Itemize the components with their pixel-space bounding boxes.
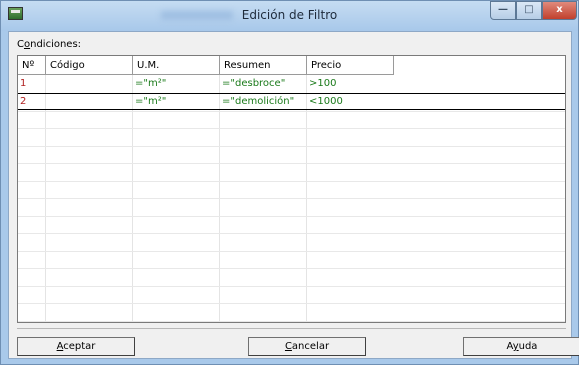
- row-divider: [18, 128, 565, 129]
- cell-summary[interactable]: ="demolición": [220, 94, 307, 110]
- cell-code[interactable]: [46, 76, 133, 92]
- close-button[interactable]: x: [542, 1, 577, 20]
- filter-edit-window: Edición de Filtro — □ x Condiciones: Nº …: [0, 0, 579, 365]
- close-icon: x: [556, 4, 563, 15]
- cell-number[interactable]: 2: [18, 94, 46, 110]
- minimize-button[interactable]: —: [490, 1, 516, 20]
- cell-number[interactable]: 1: [18, 76, 46, 92]
- row-divider: [18, 146, 565, 147]
- row-divider: [18, 321, 565, 322]
- cell-unit[interactable]: ="m²": [133, 94, 220, 110]
- dialog-client-area: Condiciones: Nº Código U.M. Resumen Prec…: [8, 31, 579, 359]
- table-row[interactable]: 1 ="m²" ="desbroce" >100: [18, 76, 565, 93]
- help-button[interactable]: Ayuda: [463, 337, 579, 356]
- row-divider: [18, 268, 565, 269]
- row-divider: [18, 163, 565, 164]
- cell-price[interactable]: >100: [307, 76, 394, 92]
- conditions-table[interactable]: Nº Código U.M. Resumen Precio 1 ="m²" ="…: [17, 55, 566, 323]
- column-header-summary[interactable]: Resumen: [220, 56, 307, 75]
- conditions-label: Condiciones:: [17, 39, 82, 50]
- column-header-number[interactable]: Nº: [18, 56, 46, 75]
- table-header: Nº Código U.M. Resumen Precio: [18, 56, 565, 76]
- row-divider: [18, 286, 565, 287]
- table-row-selected[interactable]: 2 ="m²" ="demolición" <1000: [18, 93, 565, 110]
- row-divider: [18, 233, 565, 234]
- title-bar[interactable]: Edición de Filtro — □ x: [1, 1, 578, 31]
- maximize-icon: □: [524, 4, 534, 15]
- row-divider: [18, 111, 565, 112]
- minimize-icon: —: [498, 4, 508, 15]
- row-divider: [18, 198, 565, 199]
- cell-unit[interactable]: ="m²": [133, 76, 220, 92]
- accept-button[interactable]: Aceptar: [17, 337, 135, 356]
- maximize-button[interactable]: □: [516, 1, 542, 20]
- cell-summary[interactable]: ="desbroce": [220, 76, 307, 92]
- row-divider: [18, 303, 565, 304]
- cell-code[interactable]: [46, 94, 133, 110]
- row-divider: [18, 216, 565, 217]
- column-header-code[interactable]: Código: [46, 56, 133, 75]
- row-divider: [18, 251, 565, 252]
- row-divider: [18, 181, 565, 182]
- column-header-price[interactable]: Precio: [307, 56, 394, 75]
- cell-price[interactable]: <1000: [307, 94, 394, 110]
- column-header-unit[interactable]: U.M.: [133, 56, 220, 75]
- separator: [17, 328, 566, 329]
- cancel-button[interactable]: Cancelar: [248, 337, 366, 356]
